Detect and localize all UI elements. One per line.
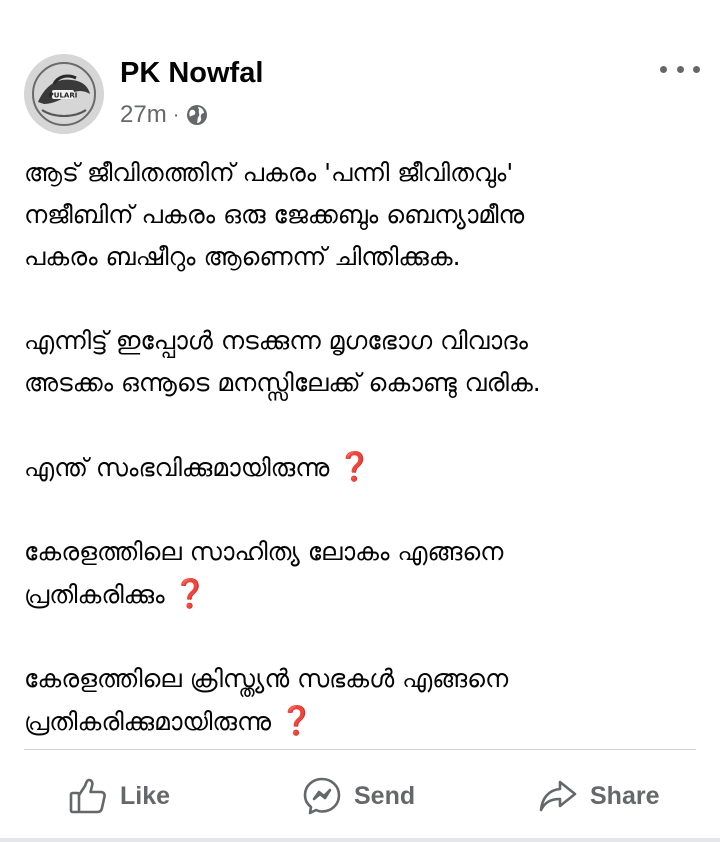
post-line: നജീബിന് പകരം ഒരു ജേക്കബും ബെന്യാമീനു — [24, 200, 525, 229]
like-label: Like — [120, 781, 171, 810]
post-line: എന്ത് സംഭവിക്കുമായിരുന്നു ❓ — [24, 450, 373, 483]
share-arrow-icon — [538, 776, 578, 816]
more-dot — [676, 65, 684, 73]
post-paragraph: കേരളത്തിലെ സാഹിത്യ ലോകം എങ്ങനെ പ്രതികരിക… — [24, 531, 694, 616]
question-mark-icon: ❓ — [172, 577, 208, 610]
divider — [24, 749, 696, 750]
avatar-logo-text: PULARI — [49, 92, 78, 100]
post-line: പകരം ബഷീറും ആണെന്ന് ചിന്തിക്കുക. — [24, 242, 461, 271]
post-meta: 27m · — [120, 100, 209, 130]
like-button[interactable]: Like — [68, 765, 170, 827]
avatar[interactable]: PULARI — [24, 54, 104, 134]
more-dot — [693, 65, 700, 73]
post-line: പ്രതികരിക്കുമായിരുന്നു ❓ — [24, 704, 314, 737]
bottom-divider — [0, 838, 720, 842]
action-bar: Like Send Share — [0, 765, 720, 827]
messenger-icon — [302, 776, 342, 816]
meta-separator: · — [172, 103, 180, 126]
post-body: ആട് ജീവിതത്തിന് പകരം 'പന്നി ജീവിതവും' നജ… — [24, 152, 694, 743]
share-button[interactable]: Share — [538, 765, 659, 827]
post-paragraph: എന്നിട്ട് ഇപ്പോൾ നടക്കുന്ന മൃഗഭോഗ വിവാദം… — [24, 320, 694, 404]
question-mark-icon: ❓ — [337, 450, 373, 483]
more-options-icon[interactable] — [660, 56, 700, 82]
post-header: PULARI PK Nowfal 27m · — [0, 0, 720, 140]
post-line: എന്നിട്ട് ഇപ്പോൾ നടക്കുന്ന മൃഗഭോഗ വിവാദം — [24, 326, 529, 355]
author-name[interactable]: PK Nowfal — [120, 56, 263, 90]
post-line: അടക്കം ഒന്നൂടെ മനസ്സിലേക്ക് കൊണ്ടു വരിക. — [24, 368, 541, 397]
facebook-post: PULARI PK Nowfal 27m · ആട് ജീവിതത്തിന് പ… — [0, 0, 720, 842]
avatar-logo-icon: PULARI — [24, 54, 104, 134]
thumbs-up-icon — [68, 776, 108, 816]
post-line: കേരളത്തിലെ ക്രിസ്ത്യൻ സഭകൾ എങ്ങനെ — [24, 664, 509, 693]
more-dot — [660, 65, 667, 73]
question-mark-icon: ❓ — [278, 704, 314, 737]
share-label: Share — [590, 781, 660, 810]
post-line: കേരളത്തിലെ സാഹിത്യ ലോകം എങ്ങനെ — [24, 537, 504, 566]
globe-icon — [185, 103, 209, 127]
post-paragraph: ആട് ജീവിതത്തിന് പകരം 'പന്നി ജീവിതവും' നജ… — [24, 152, 694, 278]
post-line: ആട് ജീവിതത്തിന് പകരം 'പന്നി ജീവിതവും' — [24, 158, 514, 187]
post-paragraph: എന്ത് സംഭവിക്കുമായിരുന്നു ❓ — [24, 446, 694, 489]
post-line: പ്രതികരിക്കും ❓ — [24, 577, 208, 610]
send-label: Send — [354, 781, 416, 810]
post-time[interactable]: 27m — [120, 101, 167, 129]
send-button[interactable]: Send — [302, 765, 415, 827]
post-paragraph: കേരളത്തിലെ ക്രിസ്ത്യൻ സഭകൾ എങ്ങനെ പ്രതിക… — [24, 658, 694, 743]
